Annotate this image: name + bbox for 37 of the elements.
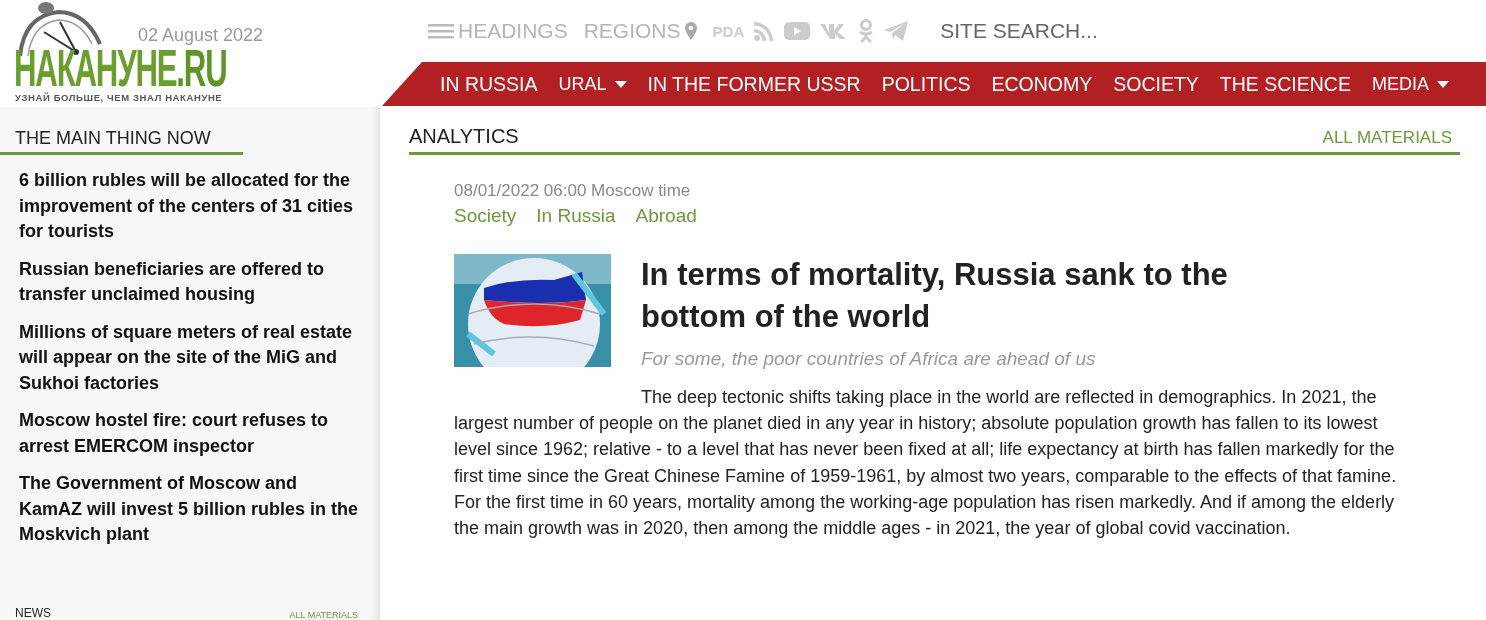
video-play-icon[interactable] xyxy=(784,22,811,40)
nav-link[interactable]: THE SCIENCE xyxy=(1219,72,1351,96)
section-heading: ANALYTICS xyxy=(409,125,519,148)
article-title: In terms of mortality, Russia sank to the bottom of the world xyxy=(641,256,1229,336)
tag-link[interactable]: Society xyxy=(454,205,517,227)
article-subtitle: For some, the poor countries of Africa are ahead of us xyxy=(641,348,1097,370)
all-materials-link[interactable]: ALL MATERIALS xyxy=(1322,128,1452,148)
ok-icon[interactable] xyxy=(858,19,875,43)
article-text: The deep tectonic shifts taking place in the world are reflected in demographics. In 2021, the largest number of people on the planet died in any year in history; absolute population growth has fallen to its lowest level since 1962; relative - to a level that has never been fixed at all; life expectancy at birth has fallen markedly for the first time since the Great Chinese Famine of 1959-1961, by almost two years, comparable to the effects of that famine. For the first time in 60 years, mortality among the working-age population has risen markedly. And if among the elderly the main growth was in 2020, then among the middle ages - in 2021, the year of global covid vaccination. xyxy=(454,386,1398,540)
tag-link[interactable]: Abroad xyxy=(635,205,697,227)
telegram-icon[interactable] xyxy=(884,21,909,41)
news-heading: NEWS xyxy=(15,606,51,620)
caret-icon xyxy=(614,80,627,88)
nav-link[interactable]: ECONOMY xyxy=(991,72,1093,96)
nav-link[interactable]: IN RUSSIA xyxy=(440,72,538,96)
headline-link[interactable]: Millions of square meters of real estate will appear on the site of the MiG and Sukhoi factories xyxy=(0,319,380,396)
date-text: 02 August 2022 xyxy=(138,25,264,46)
site-logo[interactable]: НАКАНУНЕ.RU xyxy=(14,44,258,92)
nav-link[interactable]: POLITICS xyxy=(881,72,971,96)
headline-link[interactable]: Moscow hostel fire: court refuses to arrest EMERCOM inspector xyxy=(0,408,380,459)
site-search-link[interactable]: SITE SEARCH... xyxy=(940,19,1098,43)
nav-link[interactable]: SOCIETY xyxy=(1113,72,1199,96)
article-datetime: 08/01/2022 06:00 Moscow time xyxy=(454,181,692,201)
nav-link[interactable]: MEDIA xyxy=(1371,73,1449,95)
logo-tagline: УЗНАЙ БОЛЬШЕ, ЧЕМ ЗНАЛ НАКАНУНЕ xyxy=(15,92,223,103)
menu-icon xyxy=(428,23,454,39)
caret-icon xyxy=(1437,80,1449,88)
rss-icon[interactable] xyxy=(754,21,775,41)
headline-link[interactable]: 6 billion rubles will be allocated for the improvement of the centers of 31 cities for tourists xyxy=(0,168,380,245)
location-pin-icon xyxy=(684,22,697,40)
headline-link[interactable]: Russian beneficiaries are offered to transfer unclaimed housing xyxy=(0,256,380,308)
tag-link[interactable]: In Russia xyxy=(536,205,616,227)
nav-link[interactable]: IN THE FORMER USSR xyxy=(647,72,861,96)
all-materials-link[interactable]: ALL MATERIALS xyxy=(289,610,358,620)
nav-link[interactable]: URAL xyxy=(558,73,627,95)
headline-link[interactable]: The Government of Moscow and KamAZ will invest 5 billion rubles in the Moskvich plant xyxy=(0,471,380,548)
sidebar-heading: THE MAIN THING NOW xyxy=(0,128,243,155)
